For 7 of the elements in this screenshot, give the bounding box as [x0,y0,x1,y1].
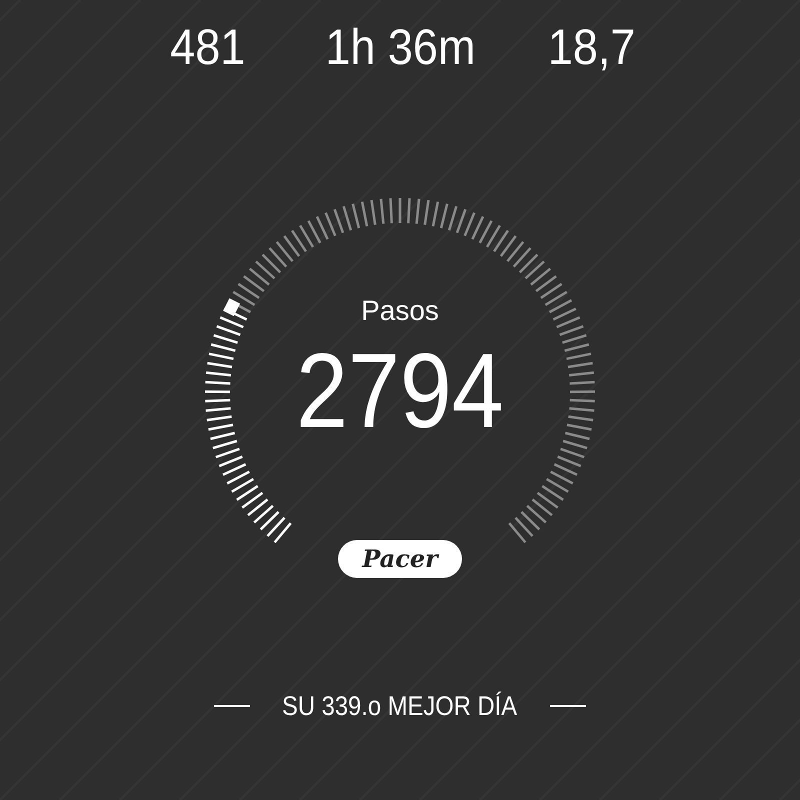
stat-value: 481 [170,22,246,72]
stat-value: 1h 36m [324,22,476,72]
best-day-text: SU 339.o MEJOR DÍA [282,690,518,723]
steps-count: 2794 [296,338,504,444]
steps-label: Pasos [361,294,439,328]
logo: Pacer [338,540,462,578]
stat-value: 18,7 [548,22,636,72]
